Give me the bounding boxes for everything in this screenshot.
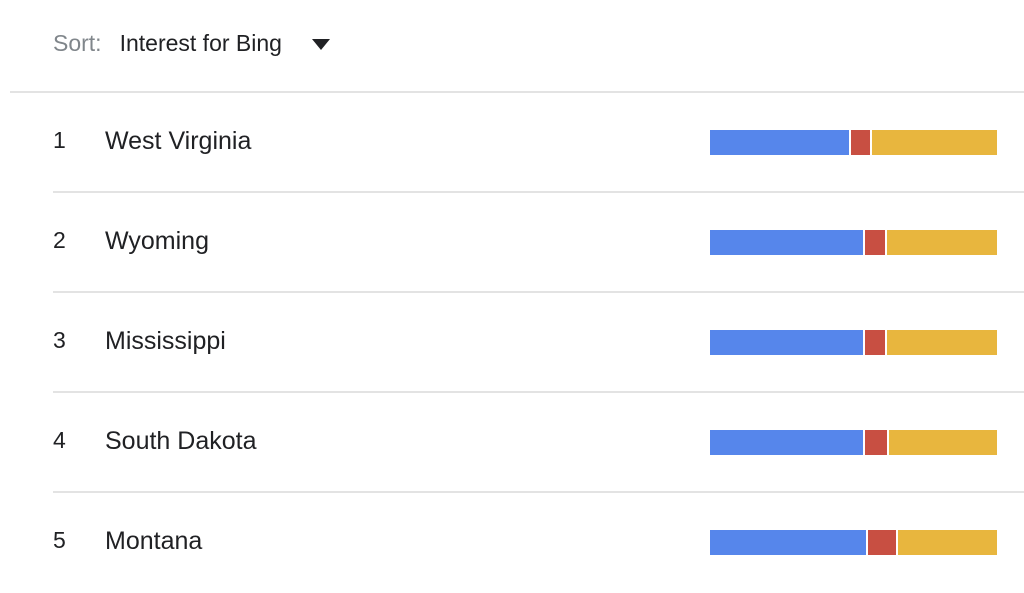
region-name: Montana bbox=[105, 527, 203, 555]
list-item[interactable]: 4 South Dakota bbox=[0, 393, 1024, 493]
rank-number: 5 bbox=[53, 527, 66, 553]
region-name: South Dakota bbox=[105, 427, 257, 455]
series-2-segment bbox=[862, 430, 888, 455]
list-item[interactable]: 2 Wyoming bbox=[0, 193, 1024, 293]
rank-number: 1 bbox=[53, 127, 66, 153]
rank-number: 2 bbox=[53, 227, 66, 253]
series-3-segment bbox=[870, 130, 997, 155]
series-3-segment bbox=[884, 330, 997, 355]
series-3-segment bbox=[887, 430, 997, 455]
list-item[interactable]: 5 Montana bbox=[0, 493, 1024, 593]
comparison-bar bbox=[710, 430, 997, 455]
series-1-segment bbox=[710, 530, 866, 555]
region-name: Wyoming bbox=[105, 227, 209, 255]
comparison-bar bbox=[710, 330, 997, 355]
rank-number: 4 bbox=[53, 427, 66, 453]
region-list: 1 West Virginia 2 Wyoming 3 Mississippi … bbox=[0, 93, 1024, 593]
sort-control: Sort: Interest for Bing bbox=[53, 24, 330, 62]
series-1-segment bbox=[710, 130, 849, 155]
dropdown-caret-icon bbox=[311, 38, 330, 50]
sort-label: Sort: bbox=[53, 29, 102, 56]
series-2-segment bbox=[862, 230, 885, 255]
series-3-segment bbox=[884, 230, 997, 255]
series-1-segment bbox=[710, 330, 863, 355]
series-2-segment bbox=[865, 530, 896, 555]
list-item[interactable]: 3 Mississippi bbox=[0, 293, 1024, 393]
rank-number: 3 bbox=[53, 327, 66, 353]
region-name: West Virginia bbox=[105, 127, 252, 155]
series-1-segment bbox=[710, 430, 863, 455]
series-2-segment bbox=[848, 130, 871, 155]
region-name: Mississippi bbox=[105, 327, 226, 355]
series-3-segment bbox=[895, 530, 997, 555]
sort-dropdown-value: Interest for Bing bbox=[119, 29, 282, 56]
series-1-segment bbox=[710, 230, 863, 255]
sort-dropdown[interactable]: Interest for Bing bbox=[120, 30, 330, 57]
list-item[interactable]: 1 West Virginia bbox=[0, 93, 1024, 193]
comparison-bar bbox=[710, 230, 997, 255]
comparison-bar bbox=[710, 130, 997, 155]
comparison-bar bbox=[710, 530, 997, 555]
series-2-segment bbox=[862, 330, 885, 355]
